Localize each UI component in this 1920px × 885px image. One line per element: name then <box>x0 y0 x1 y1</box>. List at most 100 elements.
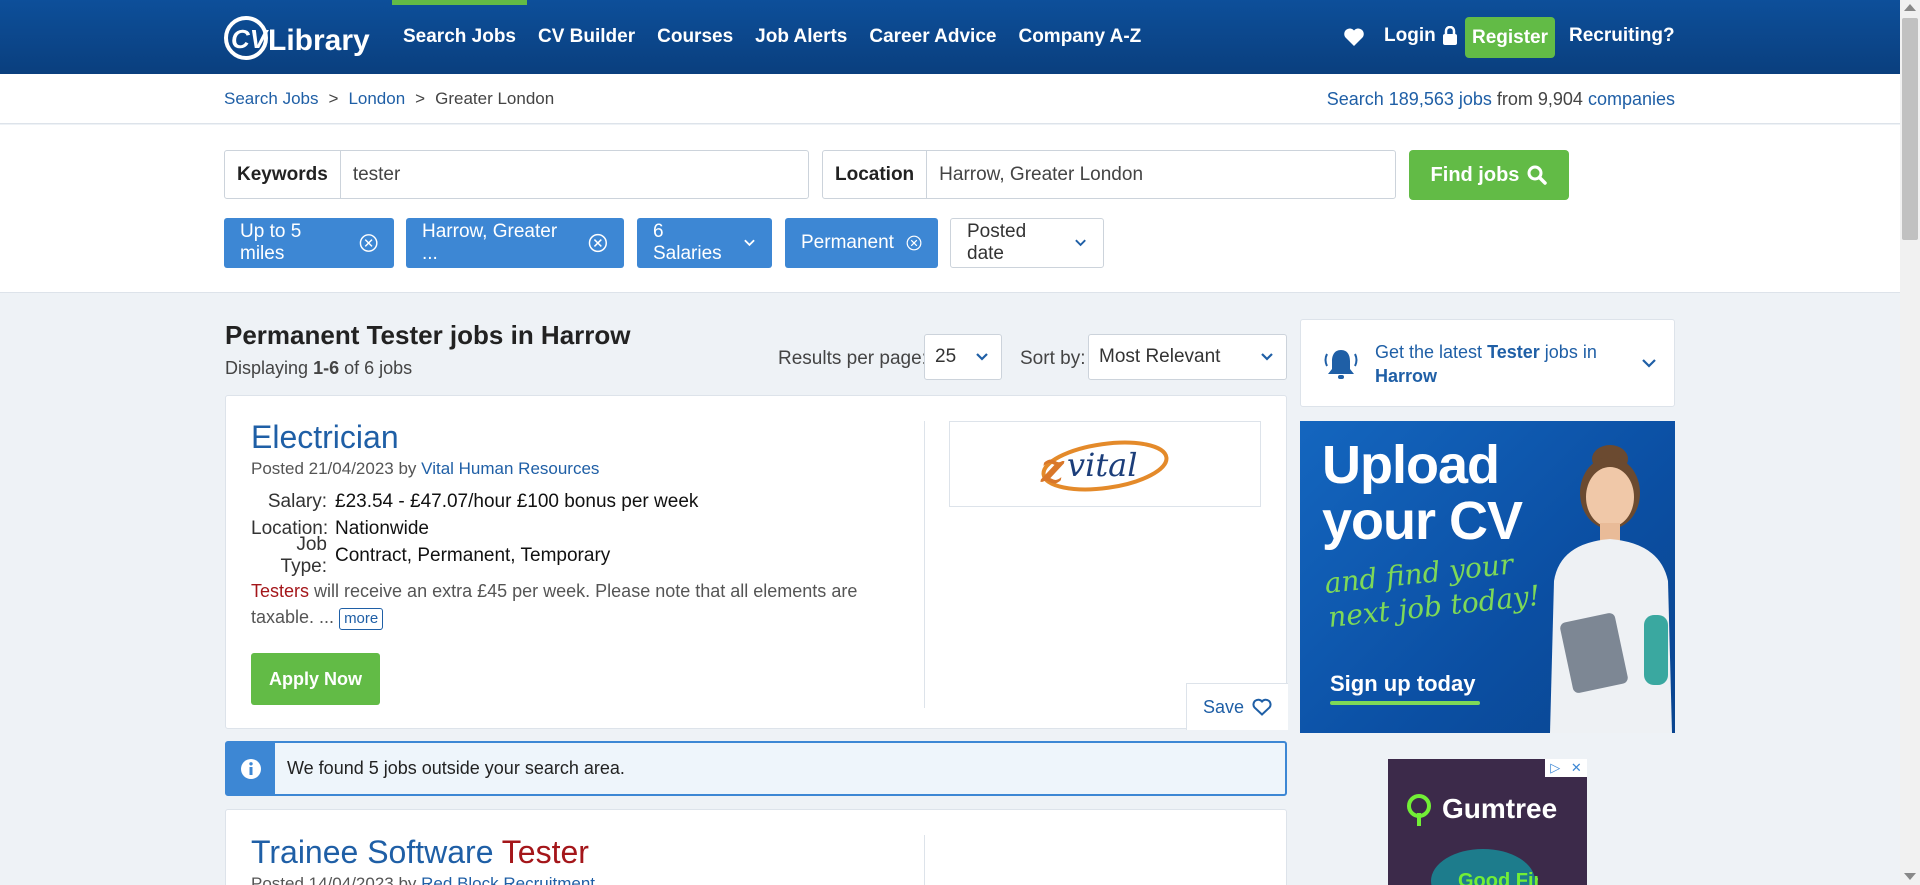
location-value: Nationwide <box>335 517 429 539</box>
breadcrumb-london[interactable]: London <box>348 89 405 109</box>
nav-search-jobs[interactable]: Search Jobs <box>392 0 527 74</box>
ad-choices[interactable]: ▷ ✕ <box>1545 759 1587 777</box>
job-description: Testers will receive an extra £45 per we… <box>251 578 901 630</box>
filter-distance[interactable]: Up to 5 miles <box>224 218 394 268</box>
ad-cta: Sign up today <box>1330 671 1476 696</box>
cv-library-logo[interactable]: CV Library <box>222 10 376 64</box>
vital-logo-icon: z vital <box>1040 440 1169 492</box>
stats-jobs: 189,563 jobs <box>1388 89 1492 109</box>
main-nav: Search Jobs CV Builder Courses Job Alert… <box>392 0 1152 74</box>
bell-icon <box>1324 350 1358 379</box>
nav-courses[interactable]: Courses <box>646 0 744 74</box>
search-panel: Keywords tester Location Harrow, Greater… <box>0 125 1900 293</box>
login-label: Login <box>1384 25 1436 46</box>
nav-cv-builder[interactable]: CV Builder <box>527 0 646 74</box>
lock-icon <box>1442 26 1457 45</box>
location-label: Location <box>823 151 928 198</box>
job-company-link[interactable]: Red Block Recruitment <box>421 874 595 885</box>
notice-text: We found 5 jobs outside your search area… <box>287 758 625 778</box>
alert-prefix: Get the latest <box>1375 342 1483 362</box>
nav-career-advice[interactable]: Career Advice <box>858 0 1007 74</box>
heart-outline-icon <box>1252 698 1272 716</box>
login-link[interactable]: Login <box>1384 25 1458 47</box>
chevron-down-icon[interactable] <box>1641 358 1657 370</box>
outside-area-notice: We found 5 jobs outside your search area… <box>225 741 1287 796</box>
gumtree-blob-icon: Good Find <box>1431 849 1538 885</box>
close-circle-icon[interactable] <box>588 233 608 253</box>
nav-job-alerts[interactable]: Job Alerts <box>744 0 858 74</box>
job-title-link[interactable]: Trainee Software Tester <box>251 834 589 871</box>
location-input[interactable]: Harrow, Greater London <box>927 151 1155 198</box>
job-title-link[interactable]: Electrician <box>251 419 399 456</box>
breadcrumb-separator: > <box>415 89 426 108</box>
stats-search-link[interactable]: Search 189,563 jobs <box>1327 89 1492 109</box>
stats-from: from 9,904 <box>1496 89 1583 109</box>
gumtree-ad[interactable]: Gumtree Good Find <box>1388 759 1587 885</box>
job-alert-text: Get the latest Tester jobs in Harrow <box>1375 340 1625 388</box>
more-button[interactable]: more <box>339 608 384 630</box>
close-circle-icon[interactable] <box>906 233 922 253</box>
svg-text:Library: Library <box>268 24 370 57</box>
alert-keyword: Tester <box>1487 342 1540 362</box>
apply-now-button[interactable]: Apply Now <box>251 653 380 705</box>
ad-subtitle: and find your next job today! <box>1323 545 1542 635</box>
stats-companies-link[interactable]: companies <box>1588 89 1675 109</box>
job-posted-date: Posted 21/04/2023 by <box>251 459 417 478</box>
job-card: Trainee Software Tester Posted 14/04/202… <box>225 809 1287 885</box>
chevron-down-icon <box>1075 239 1086 247</box>
chevron-down-icon <box>1261 353 1273 361</box>
gumtree-blob-text: Good Find <box>1458 870 1538 885</box>
job-details: Salary: £23.54 - £47.07/hour £100 bonus … <box>251 488 698 577</box>
close-circle-icon[interactable] <box>359 233 378 253</box>
alert-mid: jobs in <box>1544 342 1597 362</box>
ad-cta-underline <box>1330 701 1480 705</box>
filter-job-type[interactable]: Permanent <box>785 218 938 268</box>
save-job-button[interactable]: Save <box>1186 683 1288 730</box>
filter-salaries-dropdown[interactable]: 6 Salaries <box>637 218 772 268</box>
breadcrumb-bar: Search Jobs > London > Greater London Se… <box>0 74 1900 124</box>
find-jobs-label: Find jobs <box>1430 163 1520 186</box>
keywords-input[interactable]: tester <box>341 151 413 198</box>
upload-cv-ad[interactable]: Upload your CV and find your next job to… <box>1300 421 1675 733</box>
breadcrumb-search-jobs[interactable]: Search Jobs <box>224 89 319 109</box>
location-field[interactable]: Location Harrow, Greater London <box>822 150 1396 199</box>
results-title: Permanent Tester jobs in Harrow <box>225 320 631 350</box>
results-per-page-select[interactable]: 25 <box>924 334 1002 380</box>
vital-logo-text: vital <box>1067 446 1137 484</box>
results-count-prefix: Displaying <box>225 358 309 378</box>
close-icon[interactable]: ✕ <box>1571 760 1582 776</box>
find-jobs-button[interactable]: Find jobs <box>1409 150 1569 200</box>
gumtree-leaf-icon <box>1407 794 1431 826</box>
gumtree-text: Gumtree <box>1442 793 1558 824</box>
scrollbar-thumb[interactable] <box>1902 18 1918 240</box>
scroll-down-arrow-icon[interactable] <box>1904 873 1916 880</box>
results-per-page-value: 25 <box>935 346 957 367</box>
top-header: CV Library Search Jobs CV Builder Course… <box>0 0 1900 74</box>
job-company-link[interactable]: Vital Human Resources <box>421 459 599 478</box>
nav-company-a-z[interactable]: Company A-Z <box>1007 0 1152 74</box>
sort-by-label: Sort by: <box>1020 348 1086 369</box>
job-alert-box[interactable]: Get the latest Tester jobs in Harrow <box>1300 319 1675 407</box>
ad-headline-line2: your CV <box>1322 491 1523 551</box>
results-count: Displaying 1-6 of 6 jobs <box>225 358 412 379</box>
filter-location[interactable]: Harrow, Greater ... <box>406 218 624 268</box>
filter-posted-date-dropdown[interactable]: Posted date <box>950 218 1104 268</box>
recruiting-link[interactable]: Recruiting? <box>1569 25 1675 47</box>
breadcrumb-separator: > <box>328 89 339 108</box>
saved-jobs-heart-icon[interactable] <box>1342 25 1366 49</box>
job-posted: Posted 21/04/2023 by Vital Human Resourc… <box>251 459 599 479</box>
company-logo[interactable]: z vital <box>949 421 1261 507</box>
alert-place: Harrow <box>1375 366 1438 386</box>
ad-choices-icon[interactable]: ▷ <box>1550 760 1560 776</box>
breadcrumb-greater-london: Greater London <box>435 89 555 108</box>
register-button[interactable]: Register <box>1465 17 1555 58</box>
scroll-up-arrow-icon[interactable] <box>1904 4 1916 11</box>
job-card: Electrician Posted 21/04/2023 by Vital H… <box>225 395 1288 730</box>
filter-location-label: Harrow, Greater ... <box>422 221 558 264</box>
keywords-field[interactable]: Keywords tester <box>224 150 809 199</box>
job-posted-date: Posted 14/04/2023 by <box>251 874 417 885</box>
filter-salaries-label: 6 Salaries <box>653 221 722 264</box>
job-type-label: Job Type: <box>280 533 327 577</box>
results-count-range: 1-6 <box>313 358 340 378</box>
sort-by-select[interactable]: Most Relevant <box>1088 334 1287 380</box>
